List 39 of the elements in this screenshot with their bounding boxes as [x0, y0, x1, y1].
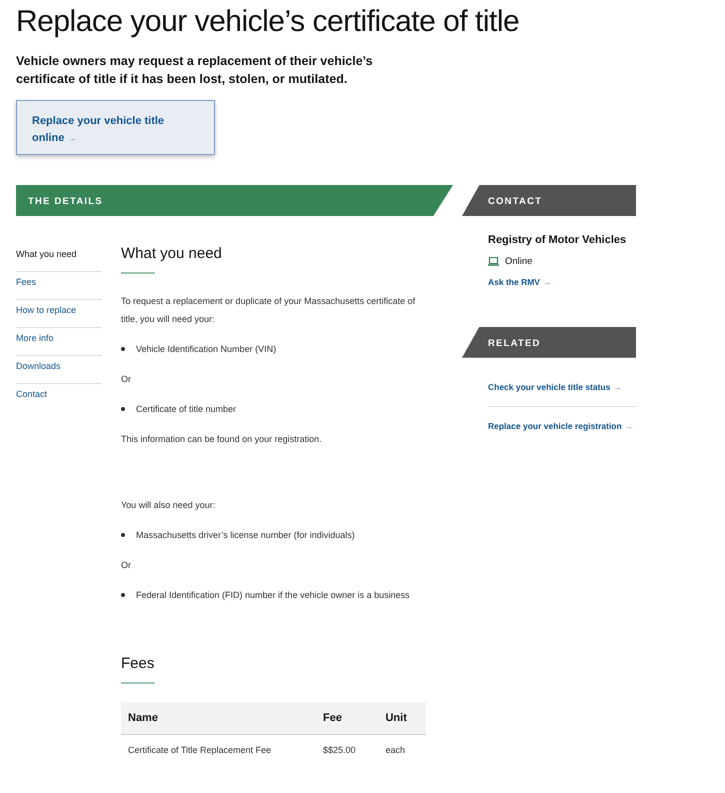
bullet-icon: [121, 593, 125, 597]
related-banner: RELATED: [462, 326, 636, 358]
paragraph: Or: [121, 559, 132, 572]
column-header: Name: [121, 702, 316, 734]
column-header: Unit: [378, 702, 426, 734]
nav-link[interactable]: More info: [16, 328, 102, 356]
nav-link[interactable]: How to replace: [16, 300, 102, 328]
laptop-icon: [488, 257, 499, 266]
list-item: Federal Identification (FID) number if the vehicle owner is a business: [136, 590, 410, 600]
section-heading: Fees: [121, 654, 156, 674]
bullet-icon: [121, 347, 125, 351]
table-cell: each: [378, 734, 426, 765]
online-label: Online: [505, 254, 532, 268]
contact-banner: CONTACT: [462, 185, 636, 216]
list-item: Vehicle Identification Number (VIN): [136, 344, 276, 354]
intro-text: Vehicle owners may request a replacement of their vehicle’s certificate of title if it has been lost, stolen, or mutilated.: [16, 53, 374, 88]
paragraph: Or: [121, 373, 132, 386]
list-item: Certificate of title number: [136, 404, 236, 414]
bullet-icon: [121, 407, 125, 411]
table-cell: Certificate of Title Replacement Fee: [121, 734, 316, 765]
related-link[interactable]: Replace your vehicle registration →: [488, 406, 636, 445]
paragraph: To request a replacement or duplicate of your Massachusetts certificate of title, you will need your:: [121, 295, 416, 326]
nav-link[interactable]: Contact: [16, 384, 102, 412]
paragraph: You will also need your:: [121, 499, 216, 512]
column-header: Fee: [316, 702, 378, 734]
section-heading: What you need: [121, 244, 223, 264]
details-banner: THE DETAILS: [16, 185, 453, 216]
related-link[interactable]: Check your vehicle title status →: [488, 368, 636, 407]
replace-online-button[interactable]: Replace your vehicle title online →: [16, 100, 215, 155]
bullet-icon: [121, 533, 125, 537]
list-item: Massachusetts driver’s license number (for individuals): [136, 530, 355, 540]
nav-link[interactable]: What you need: [16, 244, 102, 272]
nav-link[interactable]: Fees: [16, 272, 102, 300]
table-cell: $$25.00: [316, 734, 378, 765]
page-title: Replace your vehicle’s certificate of title: [16, 4, 520, 40]
nav-link[interactable]: Downloads: [16, 356, 102, 384]
ask-link[interactable]: Ask the RMV →: [488, 276, 636, 290]
paragraph: This information can be found on your registration.: [121, 433, 323, 446]
organization-name: Registry of Motor Vehicles: [488, 233, 628, 248]
